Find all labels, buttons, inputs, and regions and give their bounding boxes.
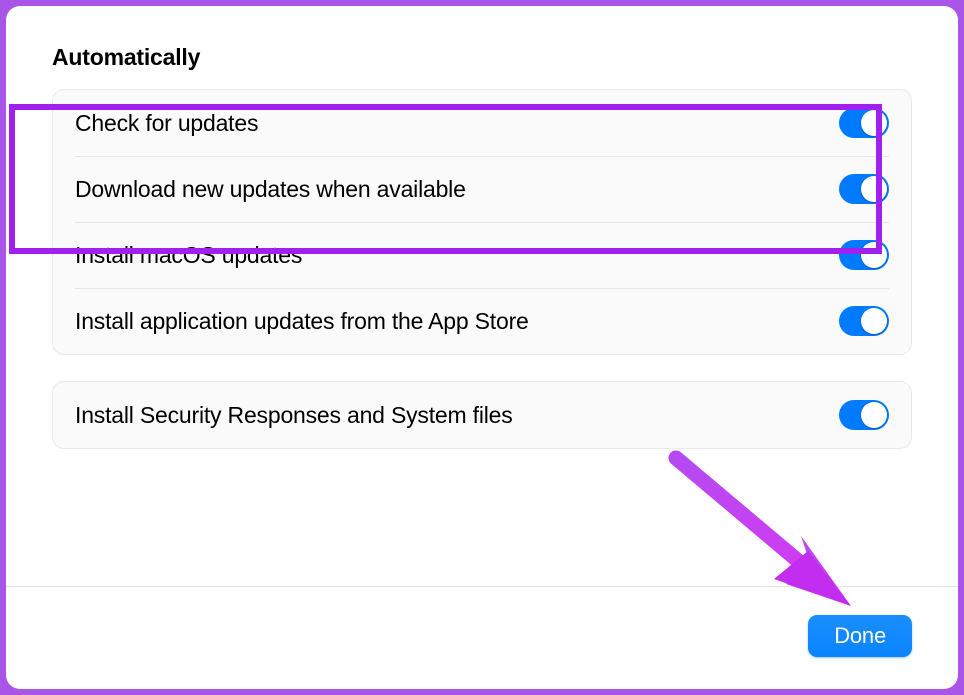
settings-group-1: Check for updates Download new updates w… [52,89,912,355]
row-label: Download new updates when available [75,176,466,203]
row-check-for-updates: Check for updates [53,90,911,156]
software-update-automatic-settings-modal: Automatically Check for updates Download… [6,6,958,689]
row-install-security-responses: Install Security Responses and System fi… [53,382,911,448]
section-title: Automatically [52,44,912,71]
toggle-check-for-updates[interactable] [839,108,889,138]
row-download-new-updates: Download new updates when available [53,156,911,222]
toggle-download-new-updates[interactable] [839,174,889,204]
row-label: Install macOS updates [75,242,302,269]
row-label: Check for updates [75,110,258,137]
settings-group-2: Install Security Responses and System fi… [52,381,912,449]
done-button[interactable]: Done [808,615,912,657]
row-install-macos-updates: Install macOS updates [53,222,911,288]
row-label: Install application updates from the App… [75,308,529,335]
toggle-install-security-responses[interactable] [839,400,889,430]
row-install-app-store-updates: Install application updates from the App… [53,288,911,354]
footer: Done [52,587,912,657]
toggle-install-app-store-updates[interactable] [839,306,889,336]
row-label: Install Security Responses and System fi… [75,402,513,429]
toggle-install-macos-updates[interactable] [839,240,889,270]
